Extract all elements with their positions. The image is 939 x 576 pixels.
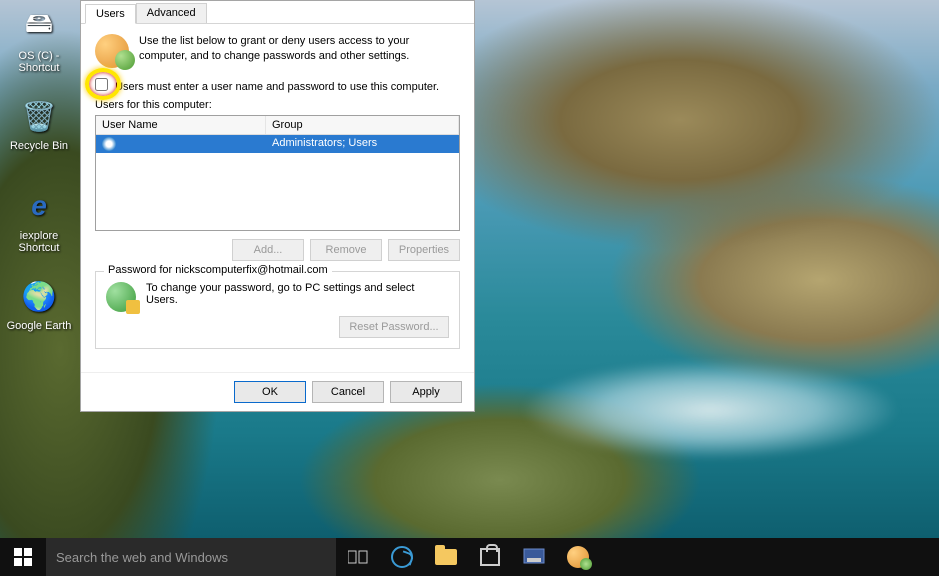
desktop-icon-iexplore[interactable]: e iexplore Shortcut — [4, 186, 74, 254]
edge-icon — [391, 546, 413, 568]
require-password-text: Users must enter a user name and passwor… — [115, 81, 439, 93]
ok-button[interactable]: OK — [234, 381, 306, 403]
store-icon — [480, 548, 500, 566]
store-button[interactable] — [468, 538, 512, 576]
properties-button: Properties — [388, 239, 460, 261]
intro-row: Use the list below to grant or deny user… — [95, 34, 460, 68]
add-user-button: Add... — [232, 239, 304, 261]
user-buttons-row: Add... Remove Properties — [95, 239, 460, 261]
user-row-icon — [102, 137, 116, 151]
drive-icon: 🖴 — [19, 6, 59, 46]
wallpaper-foam — [520, 360, 900, 460]
users-list-header: User Name Group — [96, 116, 459, 135]
recycle-bin-icon: 🗑️ — [19, 96, 59, 136]
cell-username — [96, 135, 266, 153]
task-view-icon — [348, 549, 368, 565]
desktop-icon-label: OS (C) - Shortcut — [4, 50, 74, 74]
intro-text: Use the list below to grant or deny user… — [139, 34, 460, 68]
desktop-icon-recycle-bin[interactable]: 🗑️ Recycle Bin — [4, 96, 74, 152]
desktop-icon-label: Recycle Bin — [4, 140, 74, 152]
taskbar: Search the web and Windows — [0, 538, 939, 576]
require-password-label[interactable]: Users must enter a user name and passwor… — [95, 81, 439, 93]
users-list-row[interactable]: Administrators; Users — [96, 135, 459, 153]
password-text: To change your password, go to PC settin… — [146, 282, 449, 306]
folder-icon — [435, 549, 457, 565]
windows-logo-icon — [14, 548, 32, 566]
apply-button[interactable]: Apply — [390, 381, 462, 403]
users-listbox[interactable]: User Name Group Administrators; Users — [95, 115, 460, 231]
app-icon — [523, 548, 545, 566]
google-earth-icon: 🌍 — [19, 276, 59, 316]
require-password-checkbox[interactable] — [95, 78, 108, 91]
cell-group: Administrators; Users — [266, 135, 459, 153]
users-panel: Use the list below to grant or deny user… — [81, 24, 474, 359]
cancel-button[interactable]: Cancel — [312, 381, 384, 403]
user-accounts-dialog: Users Advanced Use the list below to gra… — [80, 0, 475, 412]
password-legend: Password for nickscomputerfix@hotmail.co… — [104, 264, 332, 276]
taskbar-search[interactable]: Search the web and Windows — [46, 538, 336, 576]
edge-button[interactable] — [380, 538, 424, 576]
taskbar-app-1[interactable] — [512, 538, 556, 576]
tab-strip: Users Advanced — [81, 1, 474, 24]
tab-advanced[interactable]: Advanced — [136, 3, 207, 23]
remove-user-button: Remove — [310, 239, 382, 261]
desktop-icon-os-c[interactable]: 🖴 OS (C) - Shortcut — [4, 6, 74, 74]
file-explorer-button[interactable] — [424, 538, 468, 576]
desktop-icon-google-earth[interactable]: 🌍 Google Earth — [4, 276, 74, 332]
require-password-row: Users must enter a user name and passwor… — [95, 78, 460, 93]
tab-users[interactable]: Users — [85, 4, 136, 24]
search-placeholder-text: Search the web and Windows — [56, 550, 228, 565]
password-icon — [106, 282, 136, 312]
task-view-button[interactable] — [336, 538, 380, 576]
users-icon — [95, 34, 129, 68]
ie-icon: e — [19, 186, 59, 226]
desktop-icon-label: Google Earth — [4, 320, 74, 332]
col-header-group[interactable]: Group — [266, 116, 459, 134]
password-groupbox: Password for nickscomputerfix@hotmail.co… — [95, 271, 460, 349]
users-list-label: Users for this computer: — [95, 99, 460, 111]
dialog-footer: OK Cancel Apply — [81, 372, 474, 411]
col-header-username[interactable]: User Name — [96, 116, 266, 134]
user-accounts-taskbar-icon — [567, 546, 589, 568]
taskbar-app-2[interactable] — [556, 538, 600, 576]
start-button[interactable] — [0, 538, 46, 576]
desktop-icon-label: iexplore Shortcut — [4, 230, 74, 254]
reset-password-button: Reset Password... — [339, 316, 449, 338]
